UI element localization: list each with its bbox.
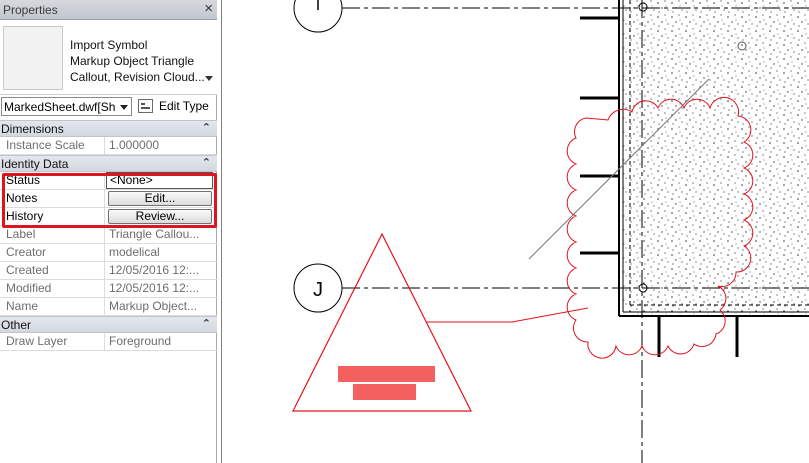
edit-type-label: Edit Type <box>159 99 209 113</box>
param-row-history: History Review... <box>0 208 217 226</box>
param-value: 12/05/2016 12:... <box>109 281 200 295</box>
properties-grid: Dimensions ⌃ Instance Scale 1.000000 Ide… <box>0 120 217 351</box>
param-value: Triangle Callou... <box>109 227 200 241</box>
drawing-svg: J <box>292 0 809 463</box>
type-family-name: Import Symbol <box>70 38 148 52</box>
param-row-draw-layer: Draw Layer Foreground <box>0 333 217 351</box>
param-row-instance-scale: Instance Scale 1.000000 <box>0 137 217 155</box>
param-label: Creator <box>0 244 105 262</box>
panel-title: Properties <box>3 3 58 17</box>
type-selector[interactable]: Import Symbol Markup Object Triangle Cal… <box>0 20 217 95</box>
triangle-callout-text-bar-1 <box>338 366 435 382</box>
category-label: Identity Data <box>1 157 69 171</box>
category-label: Dimensions <box>1 122 64 136</box>
param-row-created: Created 12/05/2016 12:... <box>0 262 217 280</box>
param-value: 12/05/2016 12:... <box>109 263 200 277</box>
param-value: modelical <box>109 245 160 259</box>
grid-bubble-j-label: J <box>313 279 323 301</box>
concrete-slab-hatch <box>623 0 809 314</box>
param-value: Foreground <box>109 334 172 348</box>
type-name-line-1: Markup Object Triangle <box>70 54 195 68</box>
param-label: History <box>0 208 105 226</box>
category-dimensions[interactable]: Dimensions ⌃ <box>0 120 217 137</box>
param-label: Notes <box>0 190 105 208</box>
collapse-icon[interactable]: ⌃ <box>202 317 211 330</box>
param-label: Status <box>0 172 105 190</box>
chevron-down-icon <box>120 105 128 110</box>
param-label: Label <box>0 226 105 244</box>
category-identity-data[interactable]: Identity Data ⌃ <box>0 155 217 172</box>
instance-filter-value: MarkedSheet.dwf[Sh <box>4 100 116 114</box>
drawing-canvas[interactable]: J <box>221 0 809 463</box>
param-label: Modified <box>0 280 105 298</box>
collapse-icon[interactable]: ⌃ <box>202 156 211 169</box>
type-preview-thumbnail <box>3 26 63 90</box>
param-row-notes: Notes Edit... <box>0 190 217 208</box>
edit-type-icon <box>138 99 153 113</box>
param-row-name: Name Markup Object... <box>0 298 217 316</box>
close-icon[interactable]: × <box>204 1 213 17</box>
properties-title-bar[interactable]: Properties × <box>0 0 217 20</box>
category-label: Other <box>1 318 32 332</box>
param-value: 1.000000 <box>109 138 160 152</box>
status-input[interactable]: <None> <box>106 172 213 189</box>
param-label: Name <box>0 298 105 316</box>
collapse-icon[interactable]: ⌃ <box>202 121 211 134</box>
type-name-line-2: Callout, Revision Cloud... <box>70 70 205 84</box>
param-row-modified: Modified 12/05/2016 12:... <box>0 280 217 298</box>
type-selector-text: Import Symbol Markup Object Triangle Cal… <box>70 37 205 85</box>
notes-edit-button[interactable]: Edit... <box>108 191 212 206</box>
param-value: Markup Object... <box>109 299 198 313</box>
category-other[interactable]: Other ⌃ <box>0 316 217 333</box>
instance-filter-row: MarkedSheet.dwf[Sh Edit Type <box>0 96 217 118</box>
param-row-creator: Creator modelical <box>0 244 217 262</box>
param-row-label: Label Triangle Callou... <box>0 226 217 244</box>
instance-filter-dropdown[interactable]: MarkedSheet.dwf[Sh <box>1 97 132 116</box>
callout-leader-line <box>427 307 589 323</box>
param-label: Created <box>0 262 105 280</box>
param-row-status: Status <None> <box>0 172 217 190</box>
param-label: Instance Scale <box>0 137 105 155</box>
type-selector-dropdown-icon[interactable] <box>205 76 213 81</box>
history-review-button[interactable]: Review... <box>108 209 212 224</box>
properties-palette: Properties × Import Symbol Markup Object… <box>0 0 217 463</box>
param-label: Draw Layer <box>0 333 105 351</box>
triangle-callout-text-bar-2 <box>353 384 416 400</box>
